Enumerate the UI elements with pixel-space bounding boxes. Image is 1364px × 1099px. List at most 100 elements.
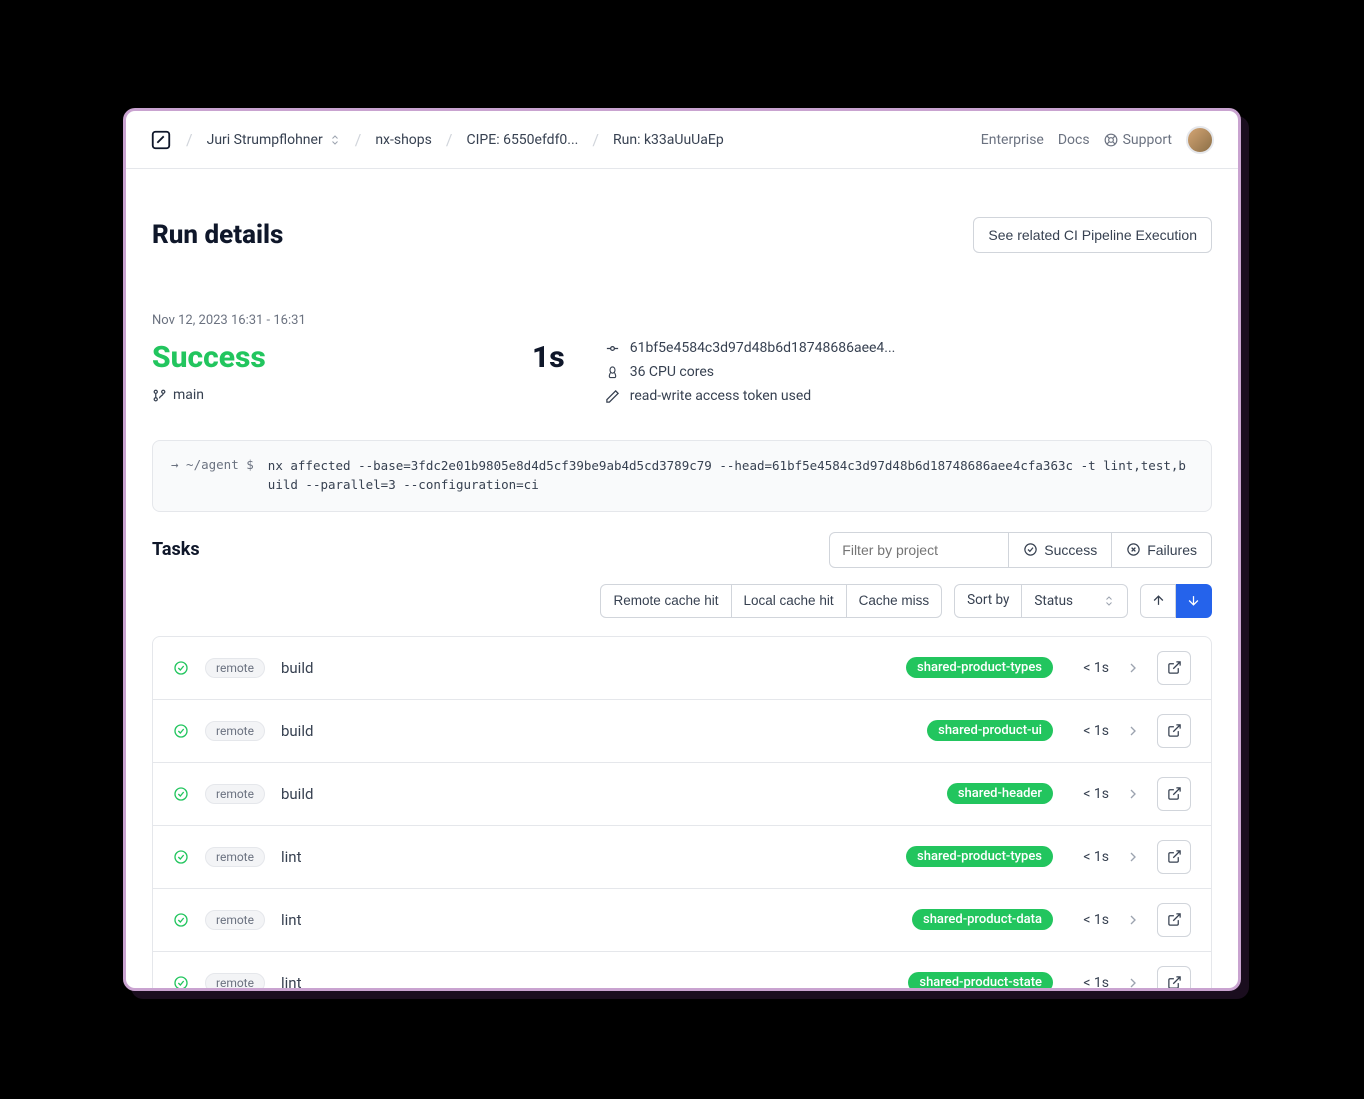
breadcrumb-separator: / — [186, 130, 193, 149]
breadcrumb-project[interactable]: nx-shops — [375, 132, 432, 148]
cache-local-button[interactable]: Local cache hit — [732, 584, 847, 618]
task-list: remote build shared-product-types < 1s r… — [152, 636, 1212, 989]
sort-select[interactable]: Status — [1022, 585, 1127, 617]
task-duration: < 1s — [1069, 786, 1109, 802]
arrow-up-icon — [1151, 593, 1166, 608]
cache-badge: remote — [205, 847, 265, 867]
external-link-button[interactable] — [1157, 840, 1191, 874]
breadcrumb-cipe[interactable]: CIPE: 6550efdf0... — [467, 132, 579, 148]
pencil-icon — [605, 389, 620, 404]
filter-input[interactable] — [829, 532, 1009, 568]
project-badge: shared-product-data — [912, 909, 1053, 930]
chevron-right-icon — [1125, 786, 1141, 802]
duration: 1s — [532, 340, 565, 412]
external-link-button[interactable] — [1157, 651, 1191, 685]
breadcrumb-separator: / — [446, 130, 453, 149]
nav-enterprise[interactable]: Enterprise — [981, 132, 1044, 148]
task-duration: < 1s — [1069, 723, 1109, 739]
page-title: Run details — [152, 220, 283, 250]
task-name: lint — [281, 911, 896, 929]
task-row[interactable]: remote build shared-product-ui < 1s — [153, 700, 1211, 763]
external-link-icon — [1167, 660, 1182, 675]
arrow-down-icon — [1186, 593, 1201, 608]
token-info: read-write access token used — [630, 388, 811, 404]
task-name: lint — [281, 974, 892, 989]
nav-support[interactable]: Support — [1104, 132, 1172, 148]
project-badge: shared-header — [947, 783, 1053, 804]
task-name: build — [281, 722, 911, 740]
task-duration: < 1s — [1069, 912, 1109, 928]
check-circle-icon — [173, 723, 189, 739]
cache-remote-button[interactable]: Remote cache hit — [600, 584, 731, 618]
chevron-right-icon — [1125, 849, 1141, 865]
command-text: nx affected --base=3fdc2e01b9805e8d4d5cf… — [268, 457, 1193, 495]
project-badge: shared-product-types — [906, 846, 1053, 867]
task-row[interactable]: remote build shared-header < 1s — [153, 763, 1211, 826]
cache-badge: remote — [205, 973, 265, 989]
nav-docs[interactable]: Docs — [1058, 132, 1090, 148]
branch-icon — [152, 388, 167, 403]
external-link-button[interactable] — [1157, 966, 1191, 989]
breadcrumb-separator: / — [592, 130, 599, 149]
commit-hash: 61bf5e4584c3d97d48b6d18748686aee4... — [630, 340, 896, 356]
cpu-info: 36 CPU cores — [630, 364, 714, 380]
external-link-icon — [1167, 849, 1182, 864]
chevron-updown-icon — [1103, 595, 1115, 607]
chevron-right-icon — [1125, 660, 1141, 676]
lifebuoy-icon — [1104, 133, 1118, 147]
tasks-title: Tasks — [152, 539, 829, 560]
project-badge: shared-product-types — [906, 657, 1053, 678]
branch-row: main — [152, 387, 492, 403]
chevron-updown-icon — [329, 134, 341, 146]
task-name: lint — [281, 848, 890, 866]
cache-badge: remote — [205, 721, 265, 741]
topbar: / Juri Strumpflohner / nx-shops / CIPE: … — [126, 111, 1238, 169]
commit-icon — [605, 341, 620, 356]
command-box: → ~/agent $ nx affected --base=3fdc2e01b… — [152, 440, 1212, 512]
check-circle-icon — [173, 975, 189, 989]
cache-badge: remote — [205, 910, 265, 930]
task-duration: < 1s — [1069, 660, 1109, 676]
filter-success-button[interactable]: Success — [1009, 532, 1112, 568]
chevron-right-icon — [1125, 975, 1141, 989]
breadcrumb-run[interactable]: Run: k33aUuUaEp — [613, 132, 724, 148]
check-circle-icon — [173, 660, 189, 676]
branch-name: main — [173, 387, 204, 403]
sort-asc-button[interactable] — [1140, 584, 1176, 618]
status-label: Success — [152, 340, 492, 375]
avatar[interactable] — [1186, 126, 1214, 154]
x-circle-icon — [1126, 542, 1141, 557]
project-badge: shared-product-ui — [927, 720, 1053, 741]
task-duration: < 1s — [1069, 975, 1109, 989]
external-link-icon — [1167, 723, 1182, 738]
external-link-button[interactable] — [1157, 777, 1191, 811]
breadcrumb-separator: / — [355, 130, 362, 149]
cache-badge: remote — [205, 784, 265, 804]
chevron-right-icon — [1125, 723, 1141, 739]
task-duration: < 1s — [1069, 849, 1109, 865]
sort-desc-button[interactable] — [1176, 584, 1212, 618]
breadcrumb-user[interactable]: Juri Strumpflohner — [207, 132, 341, 148]
filter-failures-button[interactable]: Failures — [1112, 532, 1212, 568]
task-row[interactable]: remote build shared-product-types < 1s — [153, 637, 1211, 700]
external-link-icon — [1167, 975, 1182, 988]
logo-icon[interactable] — [150, 129, 172, 151]
task-row[interactable]: remote lint shared-product-state < 1s — [153, 952, 1211, 989]
cache-miss-button[interactable]: Cache miss — [847, 584, 943, 618]
task-row[interactable]: remote lint shared-product-types < 1s — [153, 826, 1211, 889]
cache-badge: remote — [205, 658, 265, 678]
external-link-button[interactable] — [1157, 714, 1191, 748]
project-badge: shared-product-state — [908, 972, 1053, 988]
external-link-button[interactable] — [1157, 903, 1191, 937]
check-circle-icon — [173, 786, 189, 802]
task-name: build — [281, 659, 890, 677]
task-row[interactable]: remote lint shared-product-data < 1s — [153, 889, 1211, 952]
see-pipeline-button[interactable]: See related CI Pipeline Execution — [973, 217, 1212, 253]
task-name: build — [281, 785, 931, 803]
check-circle-icon — [173, 849, 189, 865]
cache-filter-group: Remote cache hit Local cache hit Cache m… — [600, 584, 942, 618]
external-link-icon — [1167, 786, 1182, 801]
sort-label: Sort by — [955, 585, 1022, 617]
external-link-icon — [1167, 912, 1182, 927]
check-circle-icon — [173, 912, 189, 928]
